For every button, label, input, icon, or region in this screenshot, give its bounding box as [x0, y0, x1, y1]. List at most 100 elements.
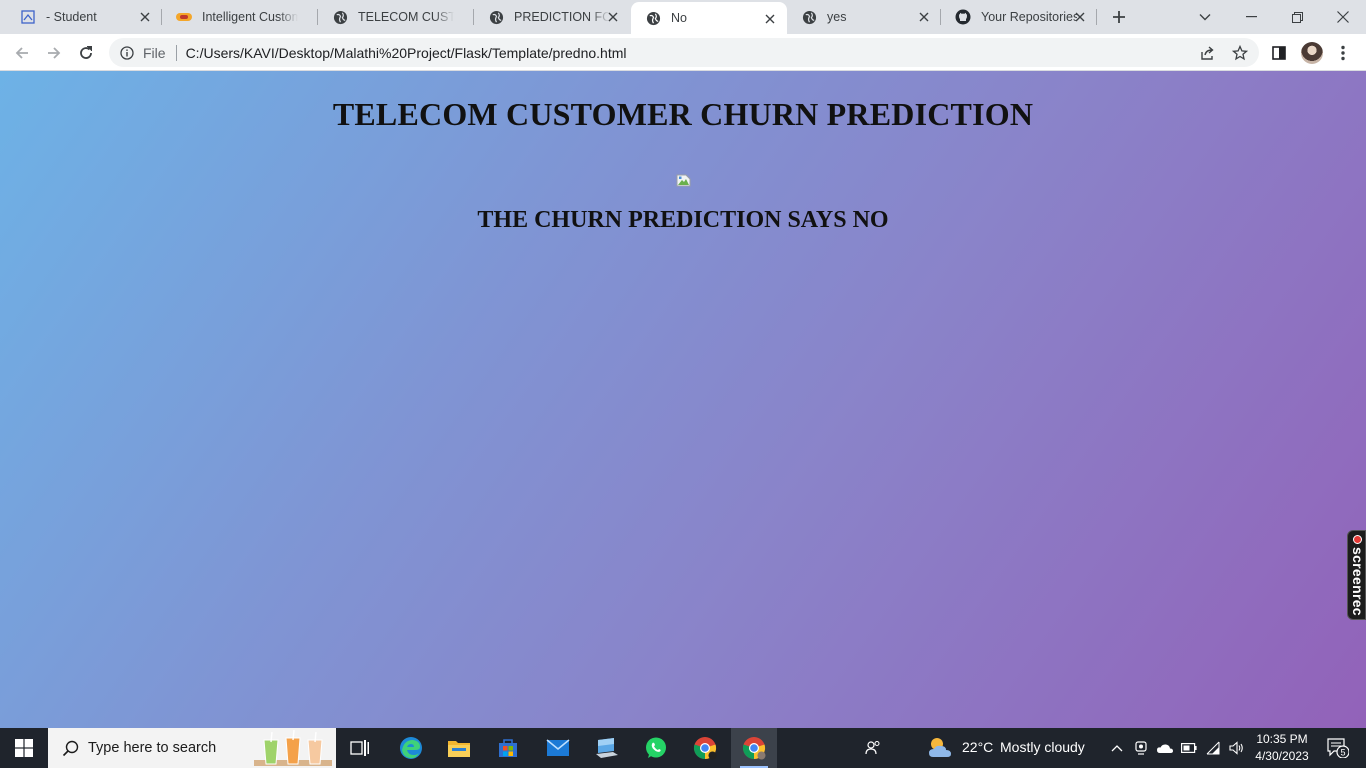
back-arrow-icon	[15, 47, 28, 59]
prediction-result: THE CHURN PREDICTION SAYS NO	[477, 207, 889, 233]
tab-intelligent-customer[interactable]: Intelligent Customer	[162, 0, 318, 34]
forward-button[interactable]	[41, 40, 67, 66]
student-icon	[20, 9, 36, 25]
laptop-app-button[interactable]	[584, 728, 630, 768]
file-explorer-button[interactable]	[436, 728, 482, 768]
tab-prediction-for[interactable]: PREDICTION FOR	[474, 0, 630, 34]
scheme-label: File	[143, 44, 166, 61]
speaker-icon	[1229, 741, 1243, 755]
whatsapp-button[interactable]	[633, 728, 679, 768]
people-button[interactable]	[860, 728, 886, 768]
reload-button[interactable]	[73, 40, 99, 66]
menu-kebab-icon[interactable]	[1333, 43, 1353, 63]
globe-icon	[488, 9, 504, 25]
broken-image-icon	[676, 174, 691, 187]
close-icon[interactable]	[917, 10, 931, 24]
minimize-button[interactable]	[1228, 0, 1274, 34]
mail-icon	[546, 739, 570, 756]
partly-cloudy-icon	[929, 738, 951, 757]
notification-center-button[interactable]: 5	[1318, 728, 1358, 768]
weather-widget[interactable]	[926, 728, 956, 768]
weather-condition[interactable]: Mostly cloudy	[1000, 739, 1085, 755]
close-icon[interactable]	[138, 10, 152, 24]
new-tab-button[interactable]	[1108, 7, 1130, 27]
taskbar-search[interactable]: Type here to search	[48, 728, 336, 768]
tab-title: TELECOM CUSTOMER	[358, 10, 454, 24]
record-dot-icon	[1353, 535, 1362, 544]
close-icon[interactable]	[1073, 10, 1087, 24]
tab-strip: - Student Intelligent Customer TELECOM C…	[0, 0, 1366, 34]
globe-icon	[332, 9, 348, 25]
edge-browser-button[interactable]	[388, 728, 434, 768]
microsoft-store-button[interactable]	[485, 728, 531, 768]
tab-title: - Student	[46, 10, 97, 24]
battery-button[interactable]	[1178, 728, 1200, 768]
profile-avatar[interactable]	[1301, 42, 1323, 64]
chrome-icon	[742, 737, 766, 760]
battery-icon	[1181, 743, 1197, 753]
reload-icon	[80, 46, 92, 59]
webcam-icon	[1135, 741, 1147, 755]
tab-title: Intelligent Customer	[202, 10, 298, 24]
chrome-profile-button[interactable]	[731, 728, 777, 768]
close-icon[interactable]	[763, 12, 777, 26]
tab-search-button[interactable]	[1182, 0, 1228, 34]
chrome-icon	[693, 737, 717, 760]
close-icon[interactable]	[606, 10, 620, 24]
tab-yes[interactable]: yes	[787, 0, 941, 34]
onedrive-button[interactable]	[1154, 728, 1176, 768]
chrome-button[interactable]	[682, 728, 728, 768]
store-icon	[499, 739, 517, 757]
cloud-icon	[1157, 744, 1173, 753]
tab-student[interactable]: - Student	[6, 0, 162, 34]
address-bar[interactable]: File C:/Users/KAVI/Desktop/Malathi%20Pro…	[109, 38, 1259, 67]
screenrec-widget[interactable]: screenrec	[1347, 530, 1366, 620]
back-button[interactable]	[9, 40, 35, 66]
tab-title: yes	[827, 10, 847, 24]
forward-arrow-icon	[48, 47, 61, 59]
edge-icon	[400, 737, 422, 759]
tab-title: PREDICTION FOR	[514, 10, 610, 24]
close-window-button[interactable]	[1320, 0, 1366, 34]
app-icon	[176, 9, 192, 25]
wifi-icon	[1206, 741, 1220, 755]
folder-icon	[448, 741, 470, 757]
mail-button[interactable]	[535, 728, 581, 768]
tab-title: Your Repositories	[981, 10, 1077, 24]
share-icon[interactable]	[1199, 44, 1217, 62]
url-text[interactable]: C:/Users/KAVI/Desktop/Malathi%20Project/…	[186, 45, 627, 61]
people-icon	[865, 741, 880, 755]
address-divider	[175, 44, 177, 61]
tab-no[interactable]: No	[631, 2, 787, 34]
side-panel-icon[interactable]	[1269, 43, 1289, 63]
chevron-down-icon	[1199, 14, 1211, 21]
tab-divider	[1096, 9, 1097, 25]
globe-icon	[645, 10, 661, 26]
laptop-icon	[596, 738, 618, 758]
screenrec-label: screenrec	[1350, 547, 1366, 616]
task-view-button[interactable]	[337, 728, 383, 768]
weather-temperature[interactable]: 22°C	[962, 739, 993, 755]
search-placeholder: Type here to search	[88, 740, 217, 756]
wifi-button[interactable]	[1202, 728, 1224, 768]
tab-your-repositories[interactable]: Your Repositories	[941, 0, 1097, 34]
system-clock[interactable]: 10:35 PM 4/30/2023	[1252, 731, 1312, 765]
chevron-up-icon	[1111, 745, 1123, 752]
clock-date: 4/30/2023	[1255, 749, 1309, 763]
notification-count: 5	[1340, 748, 1345, 758]
meet-now-button[interactable]	[1130, 728, 1152, 768]
tab-title: No	[671, 11, 687, 25]
tab-telecom-customer[interactable]: TELECOM CUSTOMER	[318, 0, 474, 34]
whatsapp-icon	[646, 737, 666, 758]
info-icon[interactable]	[119, 45, 135, 61]
clock-time: 10:35 PM	[1256, 732, 1308, 746]
bookmark-star-icon[interactable]	[1231, 44, 1249, 62]
show-hidden-icons-button[interactable]	[1106, 728, 1128, 768]
github-icon	[955, 9, 971, 25]
start-button[interactable]	[0, 728, 48, 768]
browser-toolbar: File C:/Users/KAVI/Desktop/Malathi%20Pro…	[0, 34, 1366, 71]
taskbar: Type here to search 22°C Mostly cloudy 1…	[0, 728, 1366, 768]
restore-button[interactable]	[1274, 0, 1320, 34]
volume-button[interactable]	[1226, 728, 1248, 768]
notification-icon: 5	[1327, 738, 1349, 758]
